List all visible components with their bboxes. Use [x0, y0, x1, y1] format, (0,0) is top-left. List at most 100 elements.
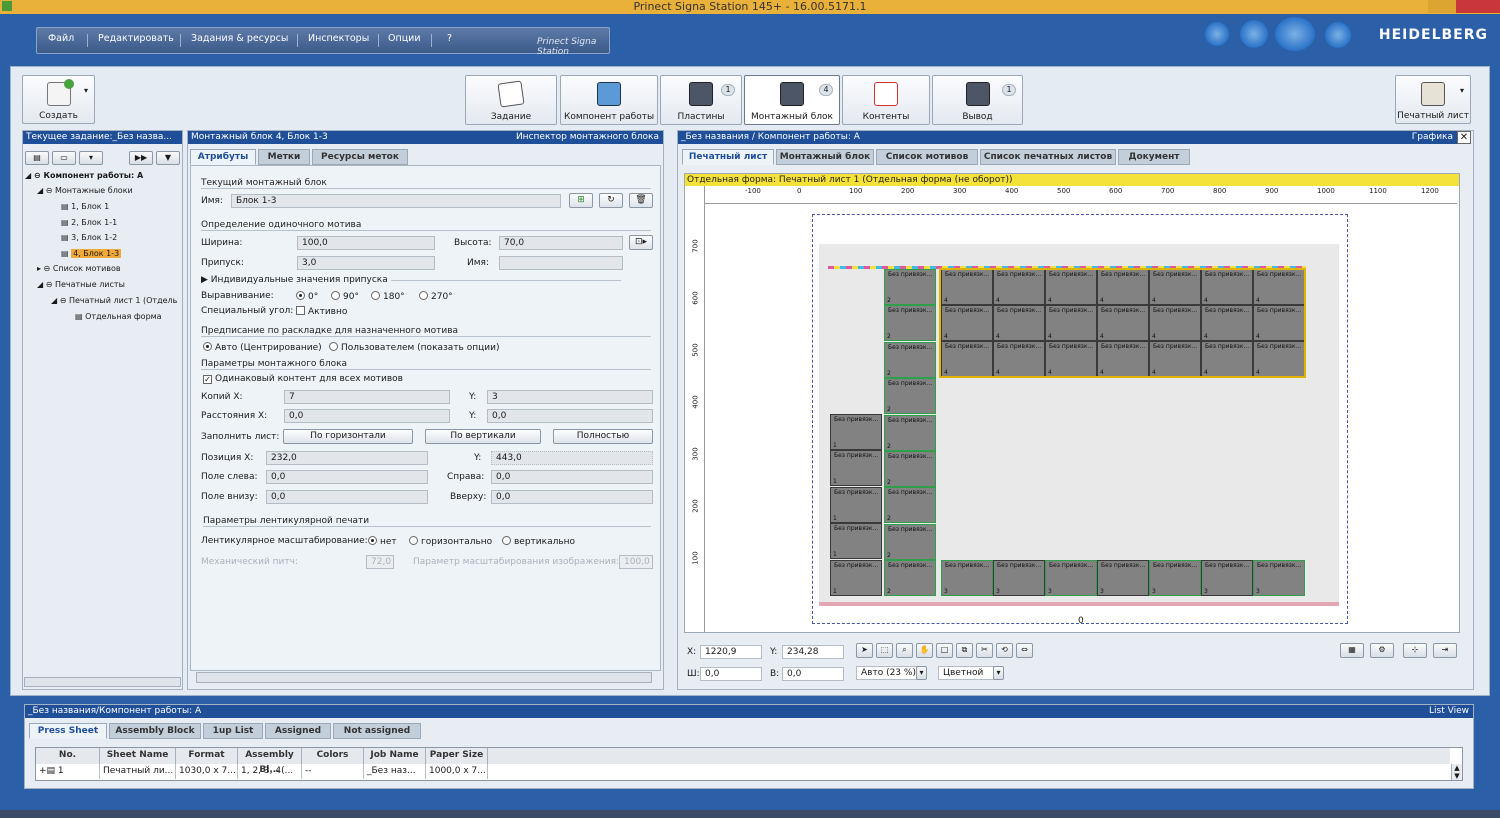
select-tool-icon[interactable]: ⬚	[876, 643, 893, 658]
same-content-checkbox[interactable]: ✓ Одинаковый контент для всех мотивов	[203, 374, 403, 384]
col-header-assembly[interactable]: Assembly Bl...	[238, 748, 302, 775]
assembly-tile[interactable]: Без привязк... 1	[830, 486, 882, 523]
assembly-tile[interactable]: Без привязк... 1	[830, 414, 882, 450]
align-90-radio[interactable]: 90°	[331, 291, 359, 302]
y-coordinate-field[interactable]: 234,28	[782, 645, 844, 659]
tab-1up-list[interactable]: 1up List	[203, 723, 263, 739]
flow-job[interactable]: Задание	[465, 75, 557, 125]
frame-tool-icon[interactable]: □	[936, 643, 953, 658]
col-header-paper-size[interactable]: Paper Size	[426, 748, 488, 764]
align-180-radio[interactable]: 180°	[371, 291, 405, 302]
flow-contents[interactable]: Контенты	[842, 75, 930, 125]
align-270-radio[interactable]: 270°	[419, 291, 453, 302]
horizontal-scrollbar[interactable]	[24, 677, 181, 687]
menu-edit[interactable]: Редактировать	[98, 33, 174, 44]
dist-y-field[interactable]: 0,0	[487, 409, 653, 423]
height-coordinate-field[interactable]: 0,0	[782, 667, 844, 681]
flow-plates[interactable]: 1 Пластины	[660, 75, 742, 125]
bleed-field[interactable]: 3,0	[297, 256, 435, 270]
tree-item-assembly-blocks[interactable]: ◢ ⊖ Монтажные блоки	[37, 186, 133, 195]
col-header-no[interactable]: No.	[36, 748, 100, 764]
menu-inspectors[interactable]: Инспекторы	[308, 33, 369, 44]
edit-block-button[interactable]: ↻	[599, 193, 623, 208]
filter-button[interactable]: ▾	[79, 151, 103, 165]
assembly-tile[interactable]: Без привязк... 3	[1201, 560, 1253, 596]
tab-document[interactable]: Документ	[1118, 149, 1190, 165]
menu-options[interactable]: Опции	[388, 33, 421, 44]
menu-help[interactable]: ?	[447, 33, 452, 44]
close-panel-button[interactable]: ✕	[1457, 131, 1471, 144]
assembly-tile[interactable]: Без привязк... 3	[1253, 560, 1305, 596]
col-header-colors[interactable]: Colors	[302, 748, 364, 764]
assembly-tile[interactable]: Без привязк... 1	[830, 450, 882, 487]
assembly-tile[interactable]: Без привязк... 2	[884, 560, 936, 597]
fill-full-button[interactable]: Полностью	[553, 429, 653, 444]
assembly-tile[interactable]: Без привязк... 2	[884, 341, 936, 378]
tree-item-print-sheets[interactable]: ◢ ⊖ Печатные листы	[37, 280, 125, 289]
hand-tool-icon[interactable]: ✋	[916, 643, 933, 658]
view-option-2-icon[interactable]: ⚙	[1370, 643, 1394, 658]
margin-top-field[interactable]: 0,0	[491, 490, 653, 504]
tree-item-sheet-1[interactable]: ◢ ⊖ Печатный лист 1 (Отдель	[51, 296, 177, 305]
col-header-sheet-name[interactable]: Sheet Name	[100, 748, 176, 764]
align-0-radio[interactable]: 0°	[296, 291, 318, 302]
tree-item-block-1-2[interactable]: ▤ 3, Блок 1-2	[61, 233, 117, 242]
horizontal-scrollbar[interactable]	[196, 672, 652, 683]
copies-y-field[interactable]: 3	[487, 390, 653, 404]
print-button[interactable]: ▭	[52, 151, 76, 165]
menu-jobs-resources[interactable]: Задания & ресурсы	[191, 33, 288, 44]
assembly-tile[interactable]: Без привязк... 2	[884, 305, 936, 342]
assembly-tile[interactable]: Без привязк... 3	[1045, 560, 1097, 596]
height-field[interactable]: 70,0	[499, 236, 623, 250]
margin-right-field[interactable]: 0,0	[491, 470, 653, 484]
tab-marks[interactable]: Метки	[258, 149, 310, 165]
tab-assigned[interactable]: Assigned	[265, 723, 331, 739]
assembly-tile[interactable]: Без привязк... 3	[993, 560, 1045, 596]
view-option-1-icon[interactable]: ▦	[1340, 643, 1364, 658]
motif-name-field[interactable]	[499, 256, 623, 270]
sheet-canvas[interactable]: Отдельная форма: Печатный лист 1 (Отдель…	[684, 173, 1460, 633]
assembly-tile[interactable]: Без привязк... 3	[1149, 560, 1201, 596]
color-mode-select[interactable]: Цветной	[938, 666, 996, 680]
add-block-button[interactable]: ⊞	[569, 193, 593, 208]
motif-options-button[interactable]: ⊡▸	[629, 235, 653, 250]
pointer-tool-icon[interactable]: ➤	[856, 643, 873, 658]
tab-not-assigned[interactable]: Not assigned	[333, 723, 421, 739]
tree-item-motif-list[interactable]: ▸ ⊖ Список мотивов	[37, 264, 121, 273]
assembly-tile[interactable]: Без привязк... 2	[884, 269, 936, 305]
tab-sheet-list[interactable]: Список печатных листов	[980, 149, 1116, 165]
tab-assembly-block-list[interactable]: Assembly Block	[109, 723, 201, 739]
zoom-dropdown-icon[interactable]: ▾	[916, 666, 927, 680]
x-coordinate-field[interactable]: 1220,9	[700, 645, 762, 659]
flow-output[interactable]: 1 Вывод	[932, 75, 1023, 125]
pos-x-field[interactable]: 232,0	[266, 451, 428, 465]
assembly-tile[interactable]: Без привязк... 2	[884, 487, 936, 524]
fill-horizontal-button[interactable]: По горизонтали	[283, 429, 413, 444]
assembly-tile[interactable]: Без привязк... 2	[884, 523, 936, 560]
cut-tool-icon[interactable]: ✂	[976, 643, 993, 658]
mech-pitch-field[interactable]: 72,0	[366, 555, 394, 569]
vertical-scroll-handle[interactable]	[1452, 301, 1456, 501]
lenticular-vertical-radio[interactable]: вертикально	[502, 536, 575, 547]
width-coordinate-field[interactable]: 0,0	[700, 667, 762, 681]
color-dropdown-icon[interactable]: ▾	[993, 666, 1004, 680]
width-field[interactable]: 100,0	[297, 236, 435, 250]
assembly-tile[interactable]: Без привязк... 3	[1097, 560, 1149, 596]
copy-tool-icon[interactable]: ⧉	[956, 643, 973, 658]
tree-item-block-1[interactable]: ▤ 1, Блок 1	[61, 202, 109, 211]
individual-bleed-toggle[interactable]: ▶ Индивидуальные значения припуска	[201, 275, 388, 285]
pos-y-field[interactable]: 443,0	[491, 451, 653, 465]
scale-param-field[interactable]: 100,0	[619, 555, 653, 569]
flow-job-component[interactable]: Компонент работы	[560, 75, 658, 125]
tab-motif-list[interactable]: Список мотивов	[876, 149, 978, 165]
create-button[interactable]: ▾ Создать	[22, 75, 95, 124]
block-name-field[interactable]: Блок 1-3	[231, 194, 561, 208]
tab-attributes[interactable]: Атрибуты	[190, 149, 256, 165]
assembly-tile[interactable]: Без привязк... 1	[830, 523, 882, 560]
measure-tool-icon[interactable]: ⇔	[1016, 643, 1033, 658]
assembly-tile[interactable]: Без привязк... 3	[941, 560, 993, 596]
tree-item-block-1-1[interactable]: ▤ 2, Блок 1-1	[61, 218, 117, 227]
expand-button[interactable]: ▶▶	[129, 151, 153, 165]
properties-button[interactable]: ▤	[25, 151, 49, 165]
assembly-tile[interactable]: Без привязк... 2	[884, 378, 936, 415]
